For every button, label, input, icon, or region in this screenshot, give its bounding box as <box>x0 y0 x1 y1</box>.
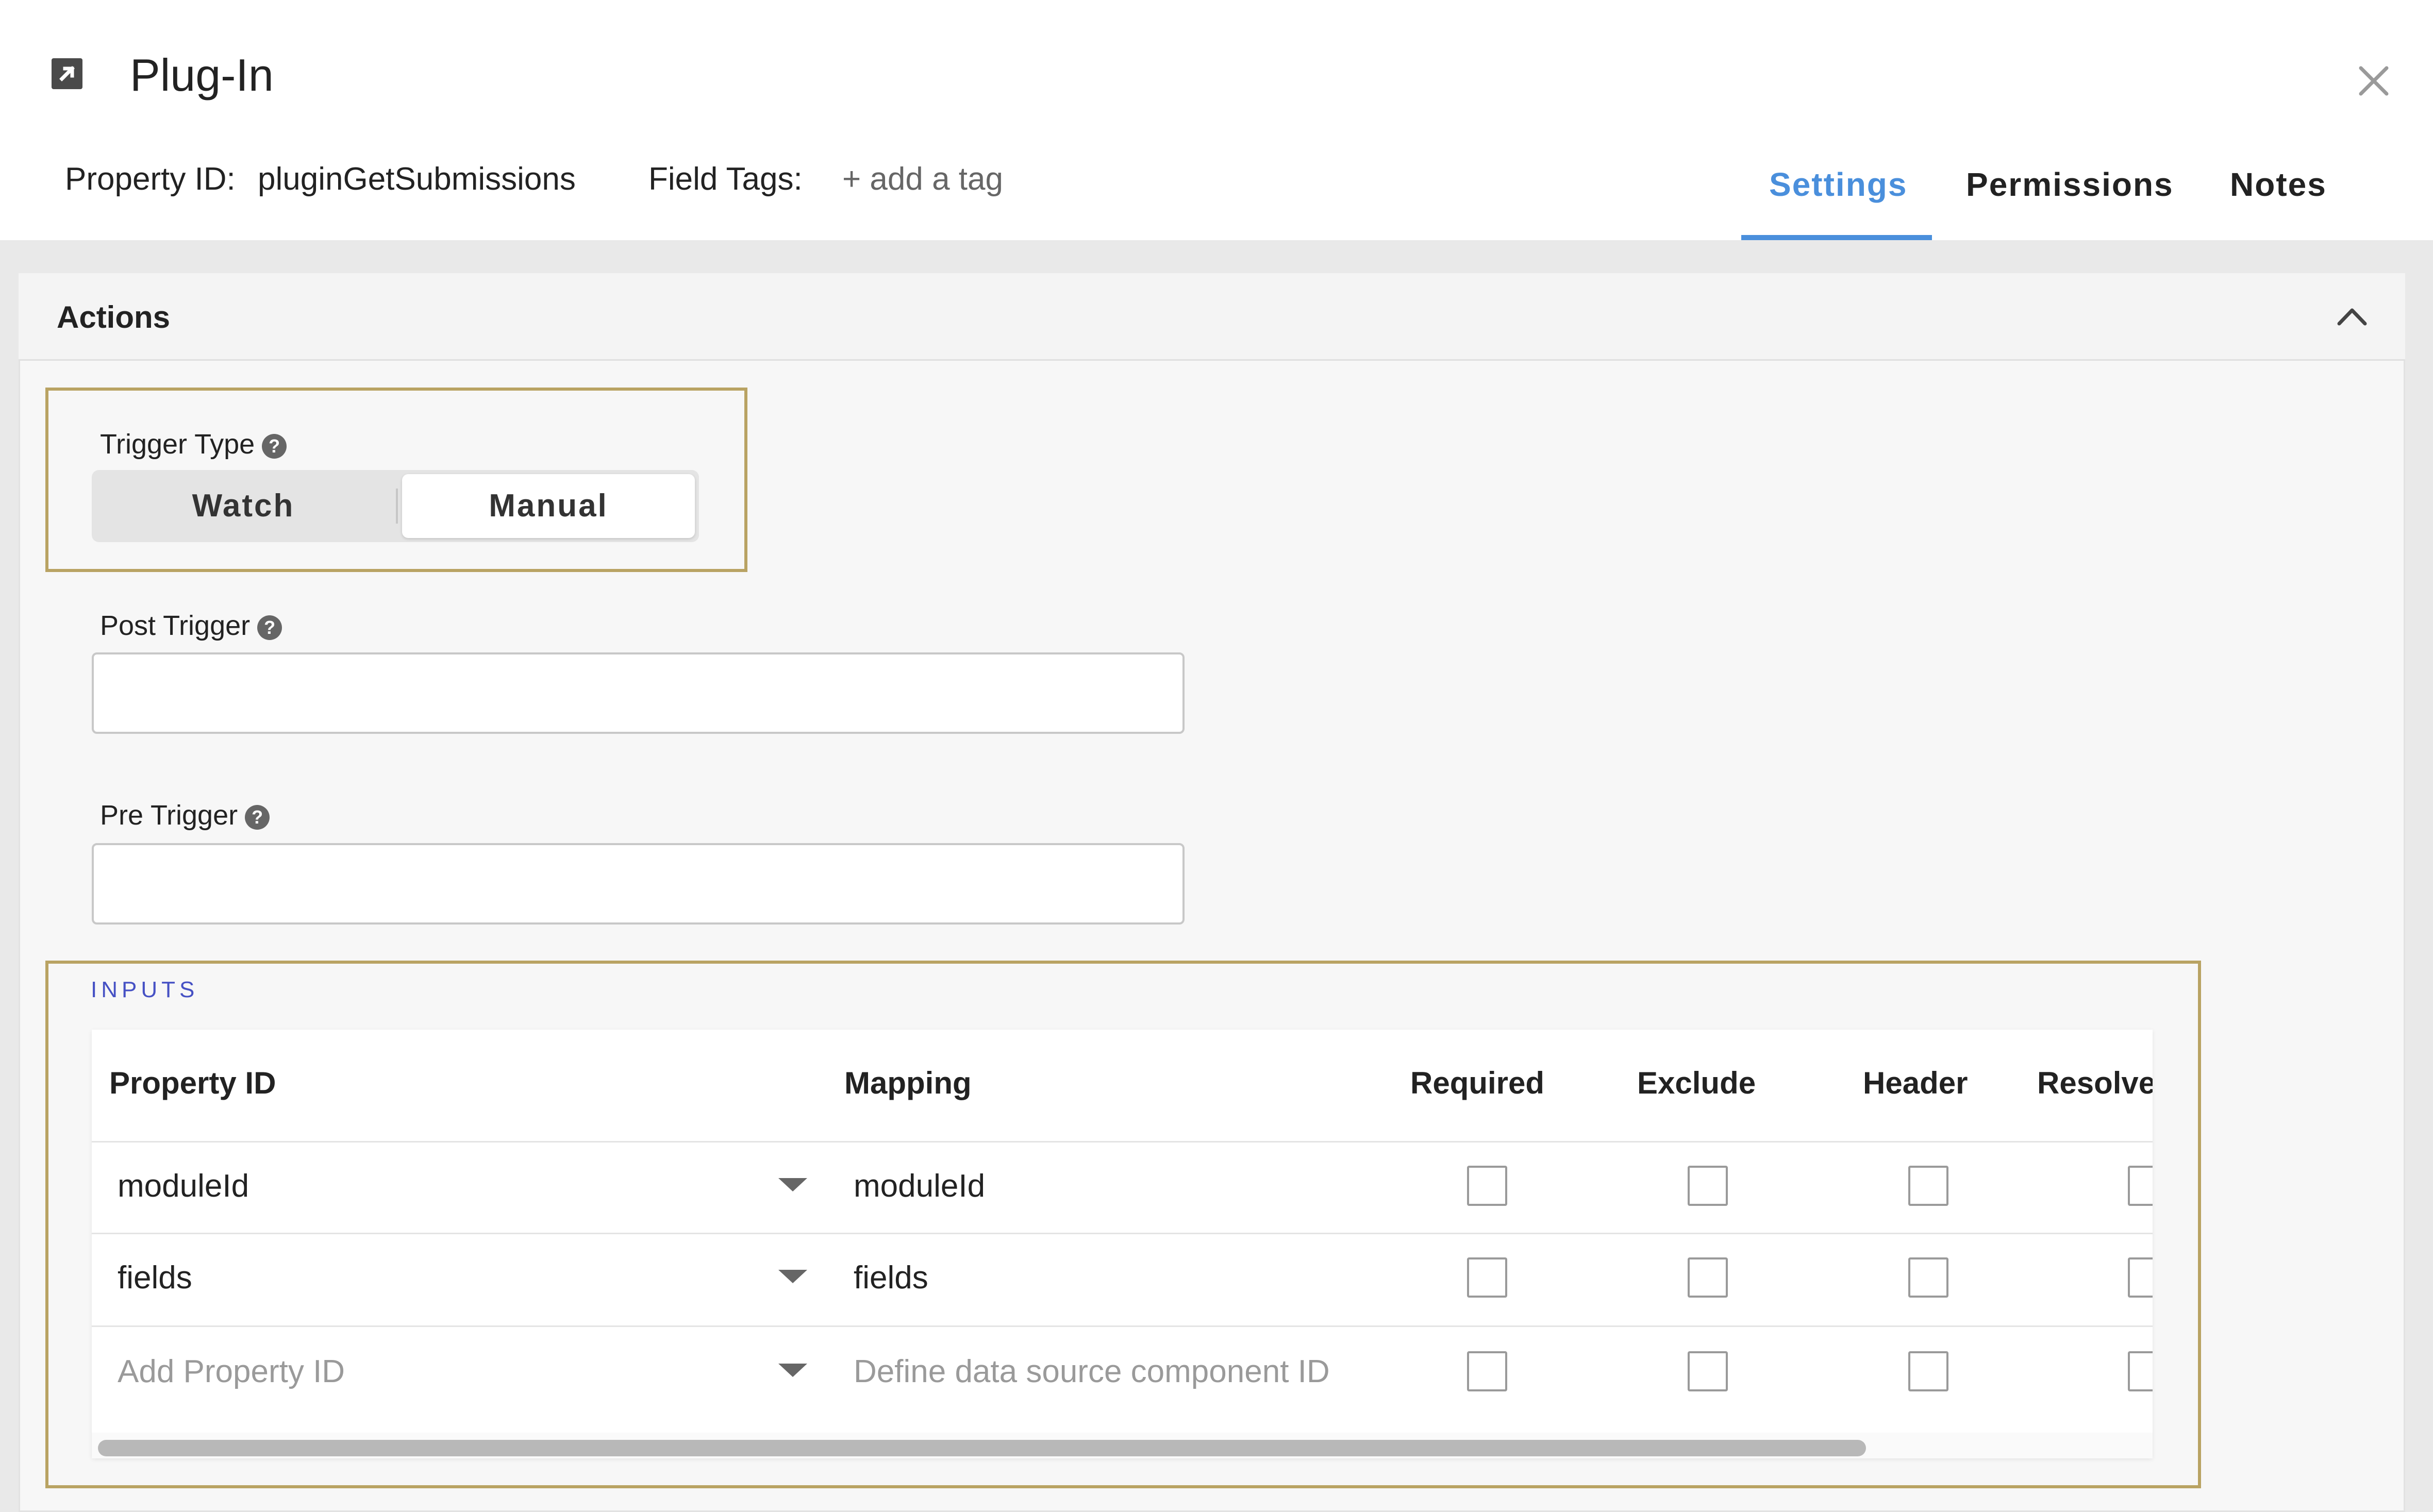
resolve-checkbox[interactable] <box>2128 1351 2153 1391</box>
external-link-icon <box>52 58 82 89</box>
row-mapping[interactable]: moduleId <box>854 1166 985 1207</box>
column-header-mapping: Mapping <box>844 1066 972 1100</box>
scrollbar-thumb[interactable] <box>98 1440 1866 1456</box>
active-tab-indicator <box>1741 235 1932 240</box>
required-checkbox[interactable] <box>1467 1257 1507 1298</box>
field-tags-label: Field Tags: <box>648 161 803 197</box>
header-checkbox[interactable] <box>1908 1257 1948 1298</box>
add-property-id-input[interactable]: Add Property ID <box>118 1351 345 1392</box>
post-trigger-label-text: Post Trigger <box>100 610 251 641</box>
toggle-divider <box>396 489 398 524</box>
add-tag-link[interactable]: + add a tag <box>842 159 1003 200</box>
column-header-resolve: Resolve <box>2037 1066 2153 1100</box>
column-header-property-id: Property ID <box>109 1066 276 1100</box>
column-header-header: Header <box>1863 1066 1968 1100</box>
inputs-section-label: INPUTS <box>91 977 199 1002</box>
column-header-exclude: Exclude <box>1637 1066 1756 1100</box>
trigger-watch-button[interactable]: Watch <box>92 470 395 542</box>
property-id-label: Property ID: <box>65 161 236 197</box>
resolve-checkbox[interactable] <box>2128 1257 2153 1298</box>
pre-trigger-label-text: Pre Trigger <box>100 800 238 831</box>
tab-permissions[interactable]: Permissions <box>1966 164 2174 205</box>
chevron-up-icon[interactable] <box>2335 302 2369 331</box>
mapping-input[interactable]: Define data source component ID <box>854 1351 1330 1392</box>
help-icon[interactable]: ? <box>245 805 270 830</box>
column-header-required: Required <box>1410 1066 1545 1100</box>
trigger-type-label-text: Trigger Type <box>100 429 255 460</box>
modal-title: Plug-In <box>130 49 274 100</box>
modal-header: Plug-In Property ID: pluginGetSubmission… <box>0 0 2433 240</box>
trigger-type-label: Trigger Type? <box>100 427 287 462</box>
row-divider <box>92 1325 2153 1327</box>
trigger-type-toggle: Watch Manual <box>92 470 699 542</box>
trigger-manual-button[interactable]: Manual <box>402 474 695 538</box>
row-divider <box>92 1141 2153 1143</box>
caret-down-icon[interactable] <box>778 1364 807 1377</box>
actions-header[interactable] <box>19 273 2405 361</box>
post-trigger-label: Post Trigger? <box>100 608 282 643</box>
close-icon[interactable] <box>2356 63 2392 99</box>
caret-down-icon[interactable] <box>778 1270 807 1283</box>
exclude-checkbox[interactable] <box>1688 1166 1728 1206</box>
required-checkbox[interactable] <box>1467 1166 1507 1206</box>
pre-trigger-input[interactable] <box>92 843 1185 925</box>
header-checkbox[interactable] <box>1908 1166 1948 1206</box>
pre-trigger-label: Pre Trigger? <box>100 798 270 833</box>
row-property-id[interactable]: fields <box>118 1257 192 1299</box>
tab-notes[interactable]: Notes <box>2230 164 2327 205</box>
header-checkbox[interactable] <box>1908 1351 1948 1391</box>
post-trigger-input[interactable] <box>92 652 1185 734</box>
help-icon[interactable]: ? <box>257 615 282 640</box>
required-checkbox[interactable] <box>1467 1351 1507 1391</box>
row-divider <box>92 1233 2153 1234</box>
tab-settings[interactable]: Settings <box>1769 164 1907 205</box>
section-title: Actions <box>57 300 171 334</box>
resolve-checkbox[interactable] <box>2128 1166 2153 1206</box>
help-icon[interactable]: ? <box>262 434 287 459</box>
row-property-id[interactable]: moduleId <box>118 1166 249 1207</box>
exclude-checkbox[interactable] <box>1688 1257 1728 1298</box>
property-id-value: pluginGetSubmissions <box>258 161 576 197</box>
inputs-table: Property ID Mapping Required Exclude Hea… <box>92 1030 2153 1458</box>
caret-down-icon[interactable] <box>778 1178 807 1191</box>
exclude-checkbox[interactable] <box>1688 1351 1728 1391</box>
row-mapping[interactable]: fields <box>854 1257 928 1299</box>
